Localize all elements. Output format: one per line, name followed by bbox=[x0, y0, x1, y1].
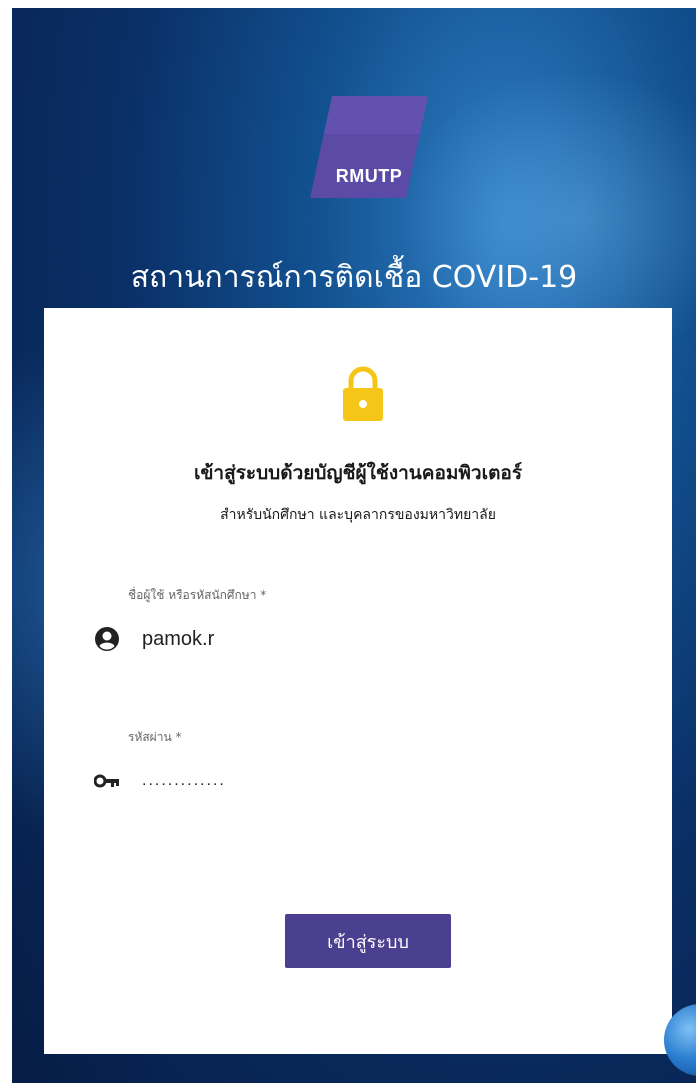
password-field bbox=[94, 764, 614, 798]
login-heading: เข้าสู่ระบบด้วยบัญชีผู้ใช้งานคอมพิวเตอร์ bbox=[193, 462, 523, 484]
username-label: ชื่อผู้ใช้ หรือรหัสนักศึกษา * bbox=[128, 588, 267, 602]
rmutp-logo: RMUTP bbox=[310, 96, 428, 198]
username-field bbox=[94, 622, 614, 656]
account-circle-icon bbox=[94, 626, 120, 652]
key-icon bbox=[94, 768, 120, 794]
logo-text: RMUTP bbox=[335, 166, 403, 186]
lock-icon bbox=[342, 366, 384, 422]
login-card: เข้าสู่ระบบด้วยบัญชีผู้ใช้งานคอมพิวเตอร์… bbox=[44, 308, 672, 1054]
username-input[interactable] bbox=[142, 627, 562, 651]
login-subheading: สำหรับนักศึกษา และบุคลากรของมหาวิทยาลัย bbox=[220, 507, 496, 523]
login-screen: RMUTP สถานการณ์การติดเชื้อ COVID-19 เข้า… bbox=[12, 8, 696, 1083]
login-button[interactable]: เข้าสู่ระบบ bbox=[285, 914, 451, 968]
page-title: สถานการณ์การติดเชื้อ COVID-19 bbox=[130, 260, 578, 296]
password-input[interactable] bbox=[142, 772, 562, 790]
password-label: รหัสผ่าน * bbox=[128, 730, 182, 744]
